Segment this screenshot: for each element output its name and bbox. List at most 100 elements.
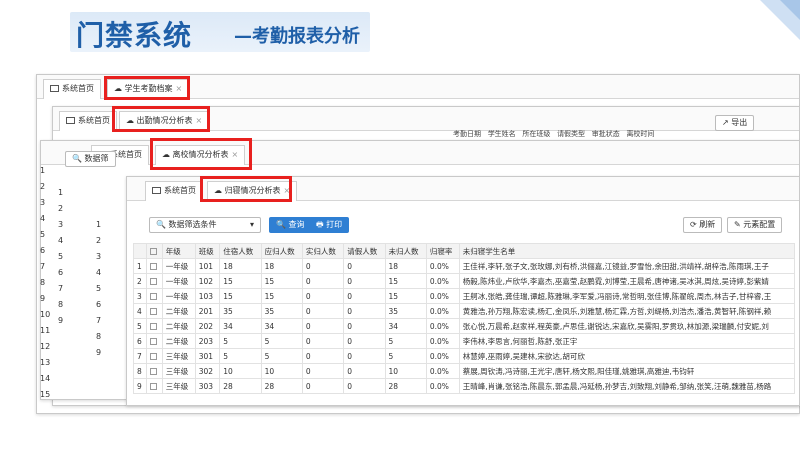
cell: 101 bbox=[194, 258, 221, 274]
cell: 0 bbox=[301, 288, 345, 304]
row-number: 4 bbox=[96, 268, 102, 277]
cell: 18 bbox=[384, 258, 427, 274]
row-number: 9 bbox=[132, 378, 148, 394]
refresh-button[interactable]: ⟳ 刷新 bbox=[683, 217, 723, 233]
caret-down-icon: ▾ bbox=[249, 220, 254, 229]
cell: 201 bbox=[194, 303, 221, 319]
row-number: 4 bbox=[58, 236, 64, 245]
print-button[interactable]: 🖶 打印 bbox=[309, 217, 350, 233]
cell: 28 bbox=[384, 378, 427, 394]
col-header[interactable]: 归寝率 bbox=[425, 243, 460, 259]
table-row[interactable]: 4 二年级 201 35 35 0 0 35 0.0% 黄雅浩,孙万翔,陈宏读,杨汇,金凤乐,刘雅… bbox=[132, 303, 796, 319]
col-header[interactable]: 请假人数 bbox=[343, 243, 386, 259]
row-checkbox[interactable] bbox=[150, 308, 158, 315]
bg-columns: 考勤日期 学生姓名 所在班级 请假类型 审批状态 离校时间 bbox=[453, 130, 655, 138]
col-header[interactable]: 住宿人数 bbox=[219, 243, 262, 259]
cell: 0.0% bbox=[425, 348, 460, 364]
row-number: 8 bbox=[96, 332, 102, 341]
cell: 302 bbox=[194, 363, 221, 379]
cell: 0 bbox=[301, 303, 345, 319]
filter-button[interactable]: 🔍 数据筛 bbox=[65, 151, 116, 167]
cell: 0.0% bbox=[425, 273, 460, 289]
row-checkbox[interactable] bbox=[150, 263, 158, 270]
row-checkbox[interactable] bbox=[150, 338, 158, 345]
table-row[interactable]: 5 二年级 202 34 34 0 0 34 0.0% 张心悦,万晨希,赵家祥,程英豪,卢思佳,谢… bbox=[132, 318, 796, 334]
col-header[interactable]: 实归人数 bbox=[301, 243, 345, 259]
row-number: 5 bbox=[96, 284, 102, 293]
cell: 三年级 bbox=[161, 348, 196, 364]
table-row[interactable]: 2 一年级 102 15 15 0 0 15 0.0% 杨毅,陈炜业,卢欣华,李嘉杰,巫嘉莹,赵鹏… bbox=[132, 273, 796, 289]
cell: 0.0% bbox=[425, 318, 460, 334]
cell: 一年级 bbox=[161, 258, 196, 274]
cell: 一年级 bbox=[161, 273, 196, 289]
row-number: 1 bbox=[96, 220, 102, 229]
table-row[interactable]: 3 一年级 103 15 15 0 0 15 0.0% 王舸冰,张皓,龚佳瑞,谭超,陈雅琳,李军爱… bbox=[132, 288, 796, 304]
cell: 18 bbox=[219, 258, 262, 274]
cell: 5 bbox=[260, 333, 303, 349]
col-header[interactable]: 未归人数 bbox=[384, 243, 427, 259]
row-number: 10 bbox=[40, 310, 51, 319]
query-button[interactable]: 🔍 查询 bbox=[269, 217, 312, 233]
col-header[interactable]: 年级 bbox=[161, 243, 196, 259]
cell: 5 bbox=[384, 348, 427, 364]
config-button[interactable]: ✎ 元素配置 bbox=[727, 217, 783, 233]
row-checkbox[interactable] bbox=[150, 278, 158, 285]
checkbox-all[interactable] bbox=[150, 248, 158, 255]
cell: 0 bbox=[343, 258, 386, 274]
col-header[interactable]: 未归寝学生名单 bbox=[458, 243, 796, 259]
cell: 0.0% bbox=[425, 333, 460, 349]
row-number: 15 bbox=[40, 390, 51, 399]
cell: 0 bbox=[301, 273, 345, 289]
row-checkbox[interactable] bbox=[150, 383, 158, 390]
cell: 王佳祥,李轩,张子文,张玫娜,刘有桥,洪俪嘉,江镜益,罗雪怡,余田甜,洪靖祥,胡… bbox=[458, 258, 796, 274]
table-row[interactable]: 1 一年级 101 18 18 0 0 18 0.0% 王佳祥,李轩,张子文,张玫娜,刘有桥,洪俪… bbox=[132, 258, 796, 274]
row-number: 7 bbox=[132, 348, 148, 364]
cell: 35 bbox=[219, 303, 262, 319]
dorm-table: 年级 班级 住宿人数 应归人数 实归人数 请假人数 未归人数 归寝率 未归寝学生名单 1 一年级 10… bbox=[132, 243, 796, 394]
row-checkbox[interactable] bbox=[150, 293, 158, 300]
row-checkbox[interactable] bbox=[150, 368, 158, 375]
col-header[interactable]: 应归人数 bbox=[260, 243, 303, 259]
tab-home[interactable]: 系统首页 bbox=[145, 181, 203, 201]
row-number: 3 bbox=[58, 220, 64, 229]
cell: 0 bbox=[301, 348, 345, 364]
cell: 0 bbox=[301, 258, 345, 274]
row-number: 4 bbox=[132, 303, 148, 319]
table-row[interactable]: 7 三年级 301 5 5 0 0 5 0.0% 林慧婷,巫雨婷,吴建林,宋欲达,胡可欣 bbox=[132, 348, 796, 364]
cell: 15 bbox=[219, 288, 262, 304]
cell: 303 bbox=[194, 378, 221, 394]
tab-home[interactable]: 系统首页 bbox=[43, 79, 101, 99]
export-button[interactable]: ↗ 导出 bbox=[715, 115, 755, 131]
row-checkbox[interactable] bbox=[150, 323, 158, 330]
table-row[interactable]: 8 三年级 302 10 10 0 0 10 0.0% 蔡展,周钦涛,冯诗丽,王光宇,唐轩,杨文熙… bbox=[132, 363, 796, 379]
cell: 0 bbox=[343, 273, 386, 289]
corner-decoration bbox=[760, 0, 800, 40]
cell: 5 bbox=[219, 333, 262, 349]
col-header[interactable]: 班级 bbox=[194, 243, 221, 259]
tab-home[interactable]: 系统首页 bbox=[59, 111, 117, 131]
row-number: 11 bbox=[40, 326, 51, 335]
monitor-icon bbox=[152, 187, 161, 194]
cell: 0 bbox=[343, 348, 386, 364]
cell: 0 bbox=[301, 378, 345, 394]
page-subtitle: —考勤报表分析 bbox=[234, 26, 360, 47]
table-row[interactable]: 6 二年级 203 5 5 0 0 5 0.0% 李伟林,李思言,何丽哲,陈舒,张正宇 bbox=[132, 333, 796, 349]
table-row[interactable]: 9 三年级 303 28 28 0 0 28 0.0% 王晴峰,肖谦,张铭浩,陈晨东,郭孟晨,冯延… bbox=[132, 378, 796, 394]
row-number: 3 bbox=[40, 198, 46, 207]
row-number: 5 bbox=[132, 318, 148, 334]
row-number: 9 bbox=[58, 316, 64, 325]
cell: 15 bbox=[384, 288, 427, 304]
row-number: 7 bbox=[40, 262, 46, 271]
cell: 林慧婷,巫雨婷,吴建林,宋欲达,胡可欣 bbox=[458, 348, 796, 364]
highlight-box bbox=[104, 76, 190, 100]
row-checkbox[interactable] bbox=[150, 353, 158, 360]
cell: 0.0% bbox=[425, 303, 460, 319]
cell: 203 bbox=[194, 333, 221, 349]
filter-select[interactable]: 🔍 数据筛选条件 ▾ bbox=[149, 217, 261, 233]
cell: 10 bbox=[260, 363, 303, 379]
cell: 蔡展,周钦涛,冯诗丽,王光宇,唐轩,杨文熙,阳佳瑾,姚雅琪,高雅迪,韦钧轩 bbox=[458, 363, 796, 379]
cell: 34 bbox=[260, 318, 303, 334]
cell: 二年级 bbox=[161, 318, 196, 334]
row-number: 1 bbox=[58, 188, 64, 197]
row-number: 2 bbox=[58, 204, 64, 213]
